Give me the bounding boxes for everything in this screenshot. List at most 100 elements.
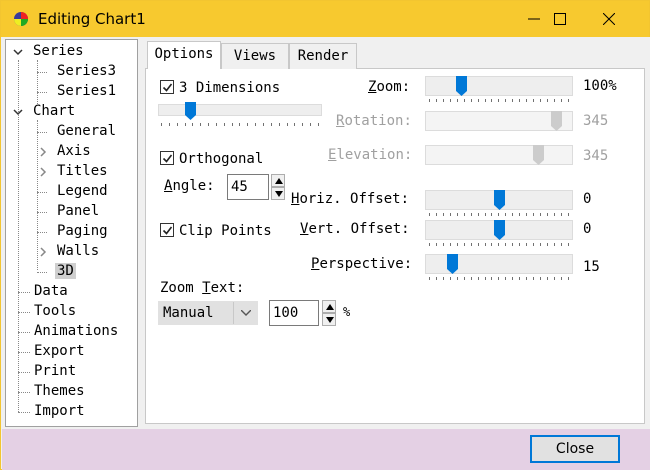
zoom-slider-thumb[interactable] bbox=[456, 76, 468, 96]
tree-item-general[interactable]: General bbox=[55, 122, 118, 140]
tree-item-import[interactable]: Import bbox=[32, 402, 87, 420]
tree-item-label: Themes bbox=[34, 383, 85, 399]
tree-item-themes[interactable]: Themes bbox=[32, 382, 87, 400]
chevron-down-icon[interactable] bbox=[12, 46, 24, 58]
tree-item-paging[interactable]: Paging bbox=[55, 222, 110, 240]
tree-item-chart[interactable]: Chart bbox=[31, 102, 77, 120]
tree-item-label: Series bbox=[33, 43, 84, 59]
vert-offset-value: 0 bbox=[583, 221, 592, 237]
checkmark-icon bbox=[162, 154, 173, 163]
tree-guide bbox=[18, 392, 30, 393]
3d-percent-slider-track[interactable] bbox=[158, 104, 322, 116]
tree-guide bbox=[18, 332, 30, 333]
tree-item-label: Titles bbox=[57, 163, 108, 179]
3d-percent-slider-ticks bbox=[161, 123, 319, 127]
tree-item-series3[interactable]: Series3 bbox=[55, 62, 118, 80]
spin-up-button[interactable] bbox=[322, 300, 336, 313]
spin-up-button[interactable] bbox=[271, 174, 285, 187]
chevron-right-icon[interactable] bbox=[37, 246, 49, 258]
close-button[interactable]: Close bbox=[530, 435, 620, 463]
close-window-button[interactable] bbox=[586, 1, 632, 37]
close-icon bbox=[603, 13, 615, 25]
tree-item-print[interactable]: Print bbox=[32, 362, 78, 380]
tab-options[interactable]: Options bbox=[147, 41, 221, 69]
elevation-slider-track bbox=[425, 145, 573, 165]
checkmark-icon bbox=[162, 226, 173, 235]
horiz-offset-value: 0 bbox=[583, 191, 592, 207]
tree-item-axis[interactable]: Axis bbox=[55, 142, 93, 160]
tree-item-label: Series1 bbox=[57, 83, 117, 99]
vert-offset-slider-ticks bbox=[429, 243, 569, 247]
spin-down-button[interactable] bbox=[271, 187, 285, 200]
tree-item-walls[interactable]: Walls bbox=[55, 242, 101, 260]
tab-label: Views bbox=[233, 48, 277, 64]
3-dimensions-checkbox[interactable] bbox=[160, 80, 174, 94]
elevation-slider-thumb bbox=[533, 145, 545, 165]
tree-item-label: General bbox=[57, 123, 117, 139]
tree-item-animations[interactable]: Animations bbox=[32, 322, 120, 340]
tree-guide bbox=[37, 192, 47, 193]
tree-guide bbox=[37, 92, 47, 93]
tree-item-label: Legend bbox=[57, 183, 108, 199]
tree-item-data[interactable]: Data bbox=[32, 282, 70, 300]
tab-render[interactable]: Render bbox=[289, 43, 357, 69]
tree-guide bbox=[18, 292, 30, 293]
perspective-label: Perspective: bbox=[311, 256, 413, 272]
tree-item-label: Data bbox=[34, 283, 68, 299]
rotation-value: 345 bbox=[583, 113, 609, 129]
tree-item-label: Export bbox=[34, 343, 85, 359]
orthogonal-label: Orthogonal bbox=[179, 151, 264, 167]
tree-item-3d[interactable]: 3D bbox=[55, 262, 76, 280]
maximize-button[interactable] bbox=[537, 1, 583, 37]
dropdown-arrow[interactable] bbox=[233, 302, 257, 324]
elevation-value: 345 bbox=[583, 148, 609, 164]
arrow-up-icon bbox=[326, 304, 334, 310]
tree-item-panel[interactable]: Panel bbox=[55, 202, 101, 220]
3-dimensions-label: 3 Dimensions bbox=[179, 80, 281, 96]
arrow-down-icon bbox=[275, 191, 283, 197]
zoom-text-stepper[interactable] bbox=[322, 300, 336, 326]
tree-guide bbox=[18, 412, 30, 413]
editor-tree[interactable]: Series Series3 Series1 Chart General Axi… bbox=[5, 39, 138, 427]
clip-points-checkbox[interactable] bbox=[160, 223, 174, 237]
zoom-text-select-value: Manual bbox=[163, 305, 214, 321]
chevron-right-icon[interactable] bbox=[37, 146, 49, 158]
tree-item-titles[interactable]: Titles bbox=[55, 162, 110, 180]
angle-stepper[interactable] bbox=[271, 174, 285, 200]
tab-views[interactable]: Views bbox=[221, 43, 289, 69]
tree-item-label: Chart bbox=[33, 103, 76, 119]
tree-item-series1[interactable]: Series1 bbox=[55, 82, 118, 100]
tree-item-series[interactable]: Series bbox=[31, 42, 86, 60]
chevron-right-icon[interactable] bbox=[37, 166, 49, 178]
chevron-down-icon bbox=[241, 310, 251, 316]
perspective-slider-ticks bbox=[429, 277, 569, 281]
zoom-text-select[interactable]: Manual bbox=[158, 301, 258, 325]
tree-item-legend[interactable]: Legend bbox=[55, 182, 110, 200]
angle-label-rest: ngle: bbox=[172, 178, 215, 194]
chevron-down-icon[interactable] bbox=[12, 106, 24, 118]
angle-input[interactable]: 45 bbox=[227, 174, 269, 200]
maximize-icon bbox=[554, 13, 566, 25]
tree-item-export[interactable]: Export bbox=[32, 342, 87, 360]
zoom-label: Zoom: bbox=[368, 79, 411, 95]
tree-guide bbox=[37, 132, 47, 133]
perspective-slider-thumb[interactable] bbox=[446, 254, 458, 274]
tree-item-label: 3D bbox=[55, 263, 76, 279]
tree-item-label: Animations bbox=[34, 323, 119, 339]
tree-item-tools[interactable]: Tools bbox=[32, 302, 78, 320]
zoom-slider-ticks bbox=[429, 99, 569, 103]
orthogonal-checkbox[interactable] bbox=[160, 151, 174, 165]
title-bar[interactable]: Editing Chart1 bbox=[1, 1, 649, 37]
horiz-offset-slider-thumb[interactable] bbox=[493, 190, 505, 210]
spin-down-button[interactable] bbox=[322, 313, 336, 326]
arrow-down-icon bbox=[326, 317, 334, 323]
3d-percent-slider-thumb[interactable] bbox=[185, 102, 197, 120]
zoom-text-input[interactable]: 100 bbox=[269, 300, 319, 326]
tree-item-label: Series3 bbox=[57, 63, 117, 79]
window-title: Editing Chart1 bbox=[38, 10, 146, 28]
tree-guide bbox=[37, 212, 47, 213]
vert-offset-slider-thumb[interactable] bbox=[493, 220, 505, 240]
tab-label: Render bbox=[297, 48, 349, 64]
horiz-offset-label: Horiz. Offset: bbox=[291, 191, 410, 207]
zoom-slider-track[interactable] bbox=[425, 76, 573, 96]
